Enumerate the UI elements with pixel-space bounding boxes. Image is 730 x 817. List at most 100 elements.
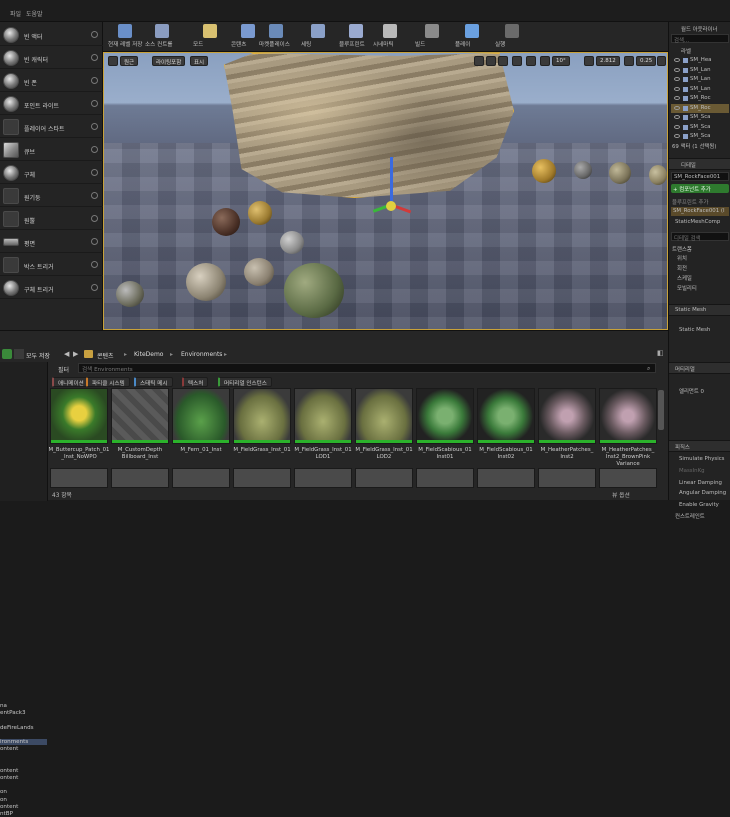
help-icon[interactable] (91, 54, 98, 61)
place-item-4[interactable]: 플레이어 스타트 (0, 116, 103, 138)
help-icon[interactable] (91, 192, 98, 199)
filters-button[interactable]: 필터 (58, 365, 69, 374)
maximize-viewport-icon[interactable] (657, 56, 666, 66)
material-sphere[interactable] (609, 162, 631, 184)
material-sphere[interactable] (244, 258, 274, 286)
surface-snap-icon[interactable] (526, 56, 536, 66)
filter-chip[interactable]: 스태틱 메시 (134, 377, 173, 387)
place-item-0[interactable]: 빈 액터 (0, 24, 103, 46)
material-sphere[interactable] (649, 165, 667, 185)
viewport-perspective-button[interactable]: 원근 (120, 56, 139, 66)
outliner-row[interactable]: SM_Lan (671, 66, 729, 75)
material-sphere[interactable] (280, 231, 304, 254)
asset-thumbnail[interactable] (294, 468, 352, 488)
asset-thumbnail[interactable] (111, 468, 169, 488)
grid-snap-icon[interactable] (540, 56, 550, 66)
asset-thumbnail-billboard[interactable] (111, 388, 169, 444)
outliner-row[interactable]: SM_Roc (671, 103, 729, 113)
filter-chip[interactable]: 파티클 시스템 (86, 377, 130, 387)
asset-thumbnail[interactable] (599, 468, 657, 488)
viewport-show-button[interactable]: 표시 (190, 56, 209, 66)
filter-chip[interactable]: 애니메이션 (52, 377, 89, 387)
menu-file[interactable]: 파일 (10, 9, 21, 18)
toolbar-button-8[interactable]: 빌드 (415, 22, 455, 52)
toolbar-button-1[interactable]: 소스 컨트롤 (145, 22, 185, 52)
outliner-row[interactable]: SM_Roc (671, 94, 729, 103)
toolbar-button-5[interactable]: 세팅 (301, 22, 341, 52)
save-all-icon[interactable] (14, 349, 24, 359)
visibility-eye-icon[interactable] (674, 105, 680, 110)
details-search-input[interactable]: 디테일 검색 (671, 232, 729, 242)
scale-icon[interactable] (498, 56, 508, 66)
asset-thumbnail[interactable] (538, 468, 596, 488)
component-root-row[interactable]: SM_RockFace001 (I (671, 207, 729, 216)
visibility-eye-icon[interactable] (674, 86, 680, 91)
camera-speed-icon[interactable] (624, 56, 634, 66)
grid-size-value[interactable]: 10° (552, 56, 570, 66)
content-browser-tab[interactable] (0, 333, 668, 340)
folder-tree-item[interactable]: ontent (0, 746, 47, 752)
help-icon[interactable] (91, 31, 98, 38)
visibility-eye-icon[interactable] (674, 77, 680, 81)
toolbar-button-4[interactable]: 마켓플레이스 (259, 22, 299, 52)
toolbar-button-9[interactable]: 플레이 (455, 22, 495, 52)
asset-thumbnail[interactable] (355, 468, 413, 488)
place-item-1[interactable]: 빈 캐릭터 (0, 47, 103, 69)
place-item-9[interactable]: 평면 (0, 231, 103, 253)
help-icon[interactable] (91, 146, 98, 153)
place-item-11[interactable]: 구체 트리거 (0, 277, 103, 299)
viewport-lit-button[interactable]: 라이팅포함 (152, 56, 186, 66)
outliner-search-input[interactable]: 검색... (671, 34, 729, 44)
toolbar-button-2[interactable]: 모드 (193, 22, 233, 52)
scale-snap-value[interactable]: 2.812 (596, 56, 620, 66)
place-item-6[interactable]: 구체 (0, 162, 103, 184)
visibility-eye-icon[interactable] (674, 124, 680, 129)
translate-icon[interactable] (474, 56, 484, 66)
filter-chip[interactable]: 텍스처 (182, 377, 209, 387)
folder-tree-item[interactable]: na (0, 703, 47, 709)
toolbar-button-7[interactable]: 시네마틱 (373, 22, 413, 52)
folder-tree-item[interactable]: entPack3 (0, 710, 47, 716)
world-local-icon[interactable] (512, 56, 522, 66)
folder-tree-item[interactable]: ontent (0, 775, 47, 781)
folder-tree-item[interactable]: ironments (0, 739, 47, 745)
asset-thumbnail-grass[interactable] (355, 388, 413, 444)
gizmo-center[interactable] (386, 201, 396, 211)
toolbar-button-0[interactable]: 현재 레벨 저장 (108, 22, 148, 52)
help-icon[interactable] (91, 100, 98, 107)
lock-icon[interactable]: ◧ (657, 349, 664, 357)
filter-chip[interactable]: 머티리얼 인스턴스 (218, 377, 272, 387)
materials-section[interactable]: 머티리얼 (669, 362, 730, 374)
viewport-menu-icon[interactable] (108, 56, 118, 66)
material-sphere[interactable] (532, 159, 556, 183)
folder-tree-item[interactable]: on (0, 797, 47, 803)
asset-thumbnail[interactable] (233, 468, 291, 488)
help-icon[interactable] (91, 77, 98, 84)
constraints-label[interactable]: 컨스트레인트 (675, 512, 705, 520)
place-item-7[interactable]: 원기둥 (0, 185, 103, 207)
folder-tree-item[interactable]: on (0, 789, 47, 795)
outliner-row[interactable]: SM_Lan (671, 75, 729, 84)
help-icon[interactable] (91, 169, 98, 176)
outliner-row[interactable]: SM_Lan (671, 85, 729, 94)
view-options-button[interactable]: 뷰 옵션 (612, 490, 630, 499)
folder-tree-item[interactable]: deFireLands (0, 725, 47, 731)
outliner-row[interactable]: SM_Sca (671, 132, 729, 141)
breadcrumb-content[interactable]: 콘텐츠 (97, 351, 114, 360)
asset-thumbnail-heather[interactable] (599, 388, 657, 444)
material-sphere[interactable] (284, 263, 344, 318)
help-icon[interactable] (91, 215, 98, 222)
material-sphere[interactable] (212, 208, 240, 236)
asset-thumbnail[interactable] (50, 468, 108, 488)
visibility-eye-icon[interactable] (674, 115, 680, 119)
menu-help[interactable]: 도움말 (26, 9, 43, 18)
breadcrumb-kitedemo[interactable]: KiteDemo (134, 351, 163, 358)
place-item-8[interactable]: 원뿔 (0, 208, 103, 230)
actor-name-field[interactable]: SM_RockFace001 (671, 172, 729, 181)
material-sphere[interactable] (248, 201, 272, 225)
visibility-eye-icon[interactable] (674, 134, 680, 138)
gizmo-z-axis[interactable] (390, 157, 393, 205)
level-viewport[interactable]: 원근 라이팅포함 표시 10° 2.812 0.25 (103, 52, 668, 330)
scale-snap-icon[interactable] (584, 56, 594, 66)
asset-thumbnail-grass[interactable] (233, 388, 291, 444)
